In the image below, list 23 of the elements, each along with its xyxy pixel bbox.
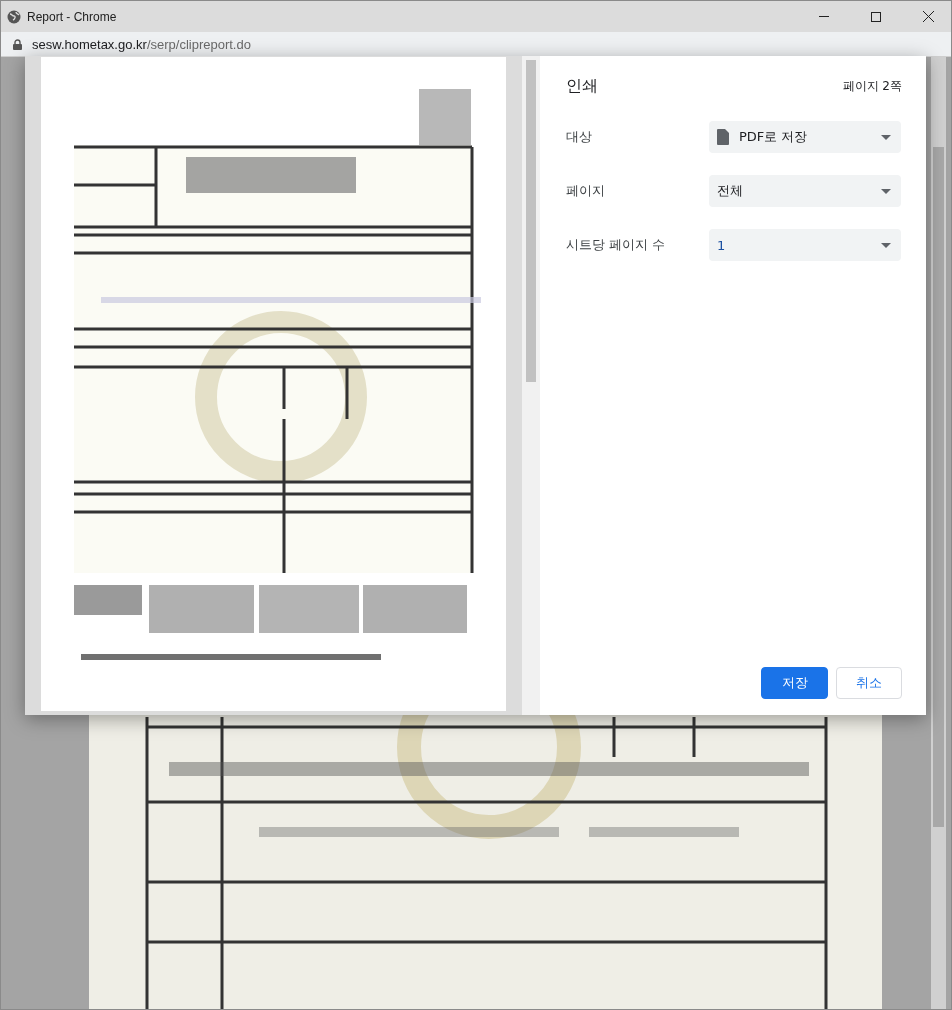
dropdown-caret-icon — [881, 134, 891, 140]
url-text[interactable]: sesw.hometax.go.kr/serp/clipreport.do — [32, 36, 251, 52]
setting-select[interactable]: 전체 — [709, 175, 901, 207]
page-count: 페이지 2쪽 — [842, 78, 902, 95]
dialog-title: 인쇄 — [566, 76, 598, 97]
minimize-icon — [819, 16, 829, 17]
setting-label: 페이지 — [566, 182, 606, 200]
cancel-button[interactable]: 취소 — [836, 667, 902, 699]
setting-label: 대상 — [566, 128, 593, 146]
setting-label: 시트당 페이지 수 — [566, 236, 667, 254]
dropdown-caret-icon — [881, 242, 891, 248]
setting-select[interactable]: 1 — [709, 229, 901, 261]
globe-icon — [7, 9, 21, 24]
close-icon — [922, 11, 934, 22]
scrollbar[interactable] — [522, 56, 540, 715]
destination-select[interactable]: PDF로 저장 — [709, 121, 901, 153]
file-icon — [717, 129, 729, 145]
dropdown-caret-icon — [881, 188, 891, 194]
lock-icon — [13, 38, 22, 50]
window-title: Report - Chrome — [27, 9, 118, 24]
scrollbar[interactable] — [931, 57, 946, 1009]
save-button[interactable]: 저장 — [761, 667, 828, 699]
maximize-icon — [871, 11, 881, 22]
